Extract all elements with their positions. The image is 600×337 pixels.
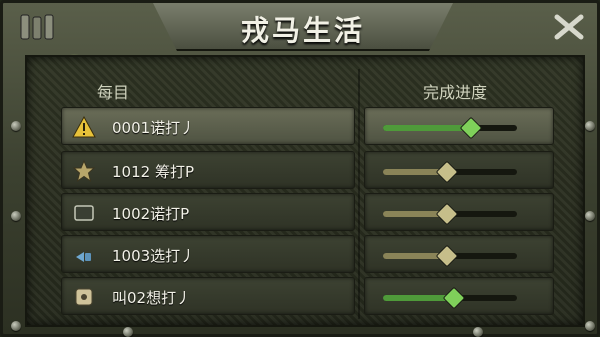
rivet-icon [11,211,21,221]
rivet-icon [123,327,133,337]
progress-cell [364,193,554,231]
task-label: 叫02想打丿 [112,289,192,307]
task-row[interactable]: 0001诺打丿 [61,107,355,145]
task-row[interactable]: 1002诺打P [61,193,355,231]
rivet-icon [585,121,595,131]
rivet-icon [11,321,21,331]
tool-rack-icon[interactable] [17,11,63,43]
task-row[interactable]: 1003选打丿 [61,235,355,273]
progress-cell [364,277,554,315]
rivet-icon [585,321,595,331]
progress-cell [364,151,554,189]
page-title: 戎马生活 [240,14,365,47]
screen-icon [74,205,94,221]
close-icon[interactable] [551,11,587,43]
task-row[interactable]: 1012 筹打P [61,151,355,189]
progress-track [383,202,517,226]
progress-track [383,160,517,184]
signal-icon [76,252,91,262]
star-icon [72,159,96,183]
progress-cell [364,235,554,273]
progress-knob[interactable] [435,244,459,268]
task-label: 1012 筹打P [112,163,194,181]
task-label: 1003选打丿 [112,247,196,265]
rivet-icon [473,327,483,337]
rivet-icon [585,211,595,221]
task-label: 0001诺打丿 [112,119,196,137]
progress-knob[interactable] [435,202,459,226]
game-frame: 戎马生活 每目 完成进度 0001诺打丿 1012 筹打P 1002诺打P 10… [0,0,600,337]
column-divider [358,69,360,319]
box-icon [75,288,93,306]
progress-knob[interactable] [442,286,465,310]
progress-track [383,286,517,310]
progress-track [383,116,517,140]
warning-icon [72,115,96,138]
column-header-progress: 完成进度 [423,83,488,102]
progress-track [383,244,517,268]
column-header-task: 每目 [97,83,130,102]
progress-knob[interactable] [435,160,459,184]
progress-fill [383,125,471,131]
task-label: 1002诺打P [112,205,190,223]
task-row[interactable]: 叫02想打丿 [61,277,355,315]
rivet-icon [11,121,21,131]
progress-knob[interactable] [459,116,483,140]
progress-cell [364,107,554,145]
